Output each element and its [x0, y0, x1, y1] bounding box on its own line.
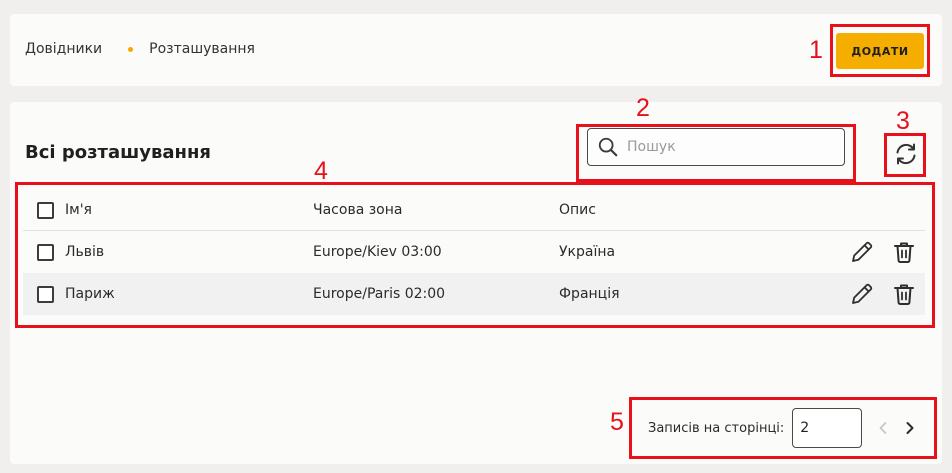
annotation-number: 4 — [314, 157, 328, 185]
breadcrumb-separator-dot — [128, 46, 134, 52]
breadcrumb-parent-link[interactable]: Довідники — [25, 41, 102, 57]
annotation-number: 1 — [809, 36, 823, 64]
annotation-number: 5 — [610, 408, 624, 436]
annotation-box-pagination — [629, 397, 937, 459]
header-card: Довідники Розташування ДОДАТИ — [10, 14, 942, 86]
breadcrumb: Довідники Розташування — [25, 41, 255, 57]
breadcrumb-current: Розташування — [149, 41, 255, 57]
annotation-box-search — [576, 124, 856, 182]
annotation-number: 2 — [636, 94, 650, 122]
annotation-number: 3 — [896, 107, 910, 135]
annotation-box-table — [15, 182, 935, 328]
annotation-box-refresh — [884, 133, 926, 177]
page-title: Всі розташування — [25, 142, 211, 163]
annotation-box-add — [830, 24, 930, 77]
